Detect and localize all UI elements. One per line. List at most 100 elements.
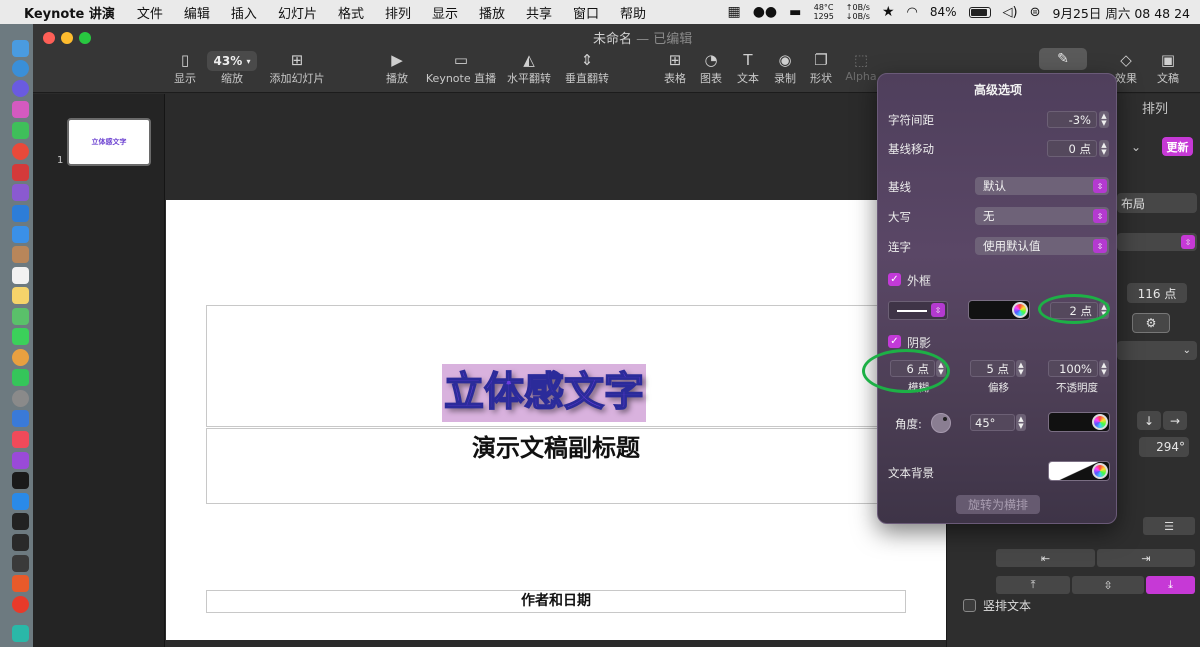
app-brown-icon[interactable]	[12, 246, 29, 263]
text-button[interactable]: T 文本	[737, 50, 759, 90]
alpha-button[interactable]: ⬚ Alpha	[845, 50, 876, 90]
font-size-field[interactable]: 116 点	[1127, 283, 1187, 303]
move-down-button[interactable]: ↓	[1137, 411, 1161, 430]
menu-arrange[interactable]: 排列	[385, 3, 411, 22]
font-dropdown[interactable]: ⇳	[1117, 233, 1197, 251]
chart-button[interactable]: ◔ 图表	[700, 50, 722, 90]
app-purple-icon[interactable]	[12, 184, 29, 201]
display-icon[interactable]: ▬	[789, 5, 801, 20]
music-icon[interactable]	[12, 431, 29, 448]
menu-share[interactable]: 共享	[526, 3, 552, 22]
slide[interactable]: 立体感文字 演示文稿副标题 作者和日期	[166, 200, 946, 640]
outline-color-well[interactable]	[968, 300, 1030, 320]
table-button[interactable]: ⊞ 表格	[664, 50, 686, 90]
valign-bottom-button[interactable]: ⤓	[1146, 576, 1195, 594]
color-wheel-icon[interactable]	[1092, 414, 1108, 430]
maps-icon[interactable]	[12, 308, 29, 325]
record-button[interactable]: ◉ 录制	[774, 50, 796, 90]
offset-field[interactable]: 5 点	[970, 360, 1015, 377]
indent-decrease-button[interactable]: ⇤	[996, 549, 1095, 567]
line-style-select[interactable]: ⇳	[888, 301, 948, 320]
minimize-button[interactable]	[61, 32, 73, 44]
rotate-horizontal-button[interactable]: 旋转为横排	[956, 495, 1040, 514]
appstore-icon[interactable]	[12, 493, 29, 510]
outline-checkbox[interactable]: ✓	[888, 273, 901, 286]
photos-icon[interactable]	[12, 349, 29, 366]
finder-icon[interactable]	[12, 40, 29, 57]
calendar-icon[interactable]	[12, 267, 29, 284]
app-dark-icon[interactable]	[12, 555, 29, 572]
format-button[interactable]: ✎	[1039, 48, 1087, 70]
menu-slide[interactable]: 幻灯片	[278, 3, 317, 22]
menu-view[interactable]: 显示	[432, 3, 458, 22]
android-icon[interactable]	[12, 122, 29, 139]
notes-icon[interactable]	[12, 287, 29, 304]
app-red-icon[interactable]	[12, 164, 29, 181]
rotate-field[interactable]: 294°	[1139, 437, 1189, 457]
menu-file[interactable]: 文件	[137, 3, 163, 22]
opacity-stepper[interactable]: ▲ ▼	[1099, 360, 1109, 377]
flip-horizontal-button[interactable]: ◭ 水平翻转	[507, 50, 551, 90]
menu-format[interactable]: 格式	[338, 3, 364, 22]
menu-insert[interactable]: 插入	[231, 3, 257, 22]
slide-thumbnail[interactable]: 立体感文字	[67, 118, 151, 166]
align-justify-button[interactable]: ☰	[1143, 517, 1195, 535]
indent-increase-button[interactable]: ⇥	[1097, 549, 1195, 567]
text-bg-color-well[interactable]	[1048, 461, 1110, 481]
chrome-icon[interactable]	[12, 143, 29, 160]
cpu-stats[interactable]: 48°C 1295	[813, 3, 833, 21]
battery-icon[interactable]	[968, 6, 991, 18]
app-blue-icon[interactable]	[12, 205, 29, 222]
menu-edit[interactable]: 编辑	[184, 3, 210, 22]
control-center-icon[interactable]: ⊜	[1030, 5, 1041, 20]
net-stats[interactable]: ↑0B/s ↓0B/s	[846, 3, 870, 21]
keynote-live-button[interactable]: ▭ Keynote 直播	[426, 50, 496, 90]
color-wheel-icon[interactable]	[1012, 302, 1028, 318]
grid-icon[interactable]: ▦	[727, 4, 740, 20]
baseline-select[interactable]: 默认 ⇳	[975, 177, 1109, 195]
effects-button[interactable]: ◇ 效果	[1115, 50, 1137, 90]
siri-icon[interactable]	[12, 80, 29, 97]
add-slide-button[interactable]: ⊞ 添加幻灯片	[270, 50, 325, 90]
app-teal-icon[interactable]	[12, 625, 29, 642]
tab-arrange[interactable]: 排列	[1142, 98, 1168, 117]
opacity-field[interactable]: 100%	[1048, 360, 1098, 377]
baseline-shift-stepper[interactable]: ▲ ▼	[1099, 140, 1109, 157]
char-spacing-stepper[interactable]: ▲ ▼	[1099, 111, 1109, 128]
slide-title[interactable]: 立体感文字	[442, 364, 646, 422]
view-button[interactable]: ▯ 显示	[174, 50, 196, 90]
tv-icon[interactable]	[12, 472, 29, 489]
yandex-icon[interactable]	[12, 596, 29, 613]
chevron-down-icon[interactable]: ⌄	[1131, 140, 1141, 154]
menu-play[interactable]: 播放	[479, 3, 505, 22]
shape-button[interactable]: ❐ 形状	[810, 50, 832, 90]
terminal-icon[interactable]	[12, 513, 29, 530]
slide-subtitle[interactable]: 演示文稿副标题	[166, 428, 946, 463]
clock[interactable]: 9月25日 周六 08 48 24	[1053, 3, 1190, 22]
ligature-select[interactable]: 使用默认值 ⇳	[975, 237, 1109, 255]
keynote-icon[interactable]	[12, 410, 29, 427]
play-button[interactable]: ▶ 播放	[386, 50, 408, 90]
dots-icon[interactable]: ●●	[753, 4, 777, 20]
zoom-window-button[interactable]	[79, 32, 91, 44]
star-icon[interactable]: ★	[882, 4, 895, 20]
zoom-dropdown[interactable]: 43% ▾	[207, 51, 257, 71]
move-right-button[interactable]: →	[1163, 411, 1187, 430]
text-options-button[interactable]: ⚙	[1132, 313, 1170, 333]
wifi-icon[interactable]: ◠	[907, 5, 918, 20]
color-wheel-icon[interactable]	[1092, 463, 1108, 479]
caps-select[interactable]: 无 ⇳	[975, 207, 1109, 225]
brave-icon[interactable]	[12, 575, 29, 592]
menu-app-name[interactable]: Keynote 讲演	[24, 3, 115, 22]
safari-icon[interactable]	[12, 60, 29, 77]
update-button[interactable]: 更新	[1162, 137, 1193, 156]
offset-stepper[interactable]: ▲ ▼	[1016, 360, 1026, 377]
style-dropdown[interactable]: ⌄	[1117, 341, 1197, 360]
document-button[interactable]: ▣ 文稿	[1157, 50, 1179, 90]
valign-top-button[interactable]: ⤒	[996, 576, 1070, 594]
settings-icon[interactable]	[12, 390, 29, 407]
mail-icon[interactable]	[12, 226, 29, 243]
launchpad-icon[interactable]	[12, 101, 29, 118]
angle-field[interactable]: 45°	[970, 414, 1015, 431]
layout-button[interactable]: 布局	[1117, 193, 1197, 213]
